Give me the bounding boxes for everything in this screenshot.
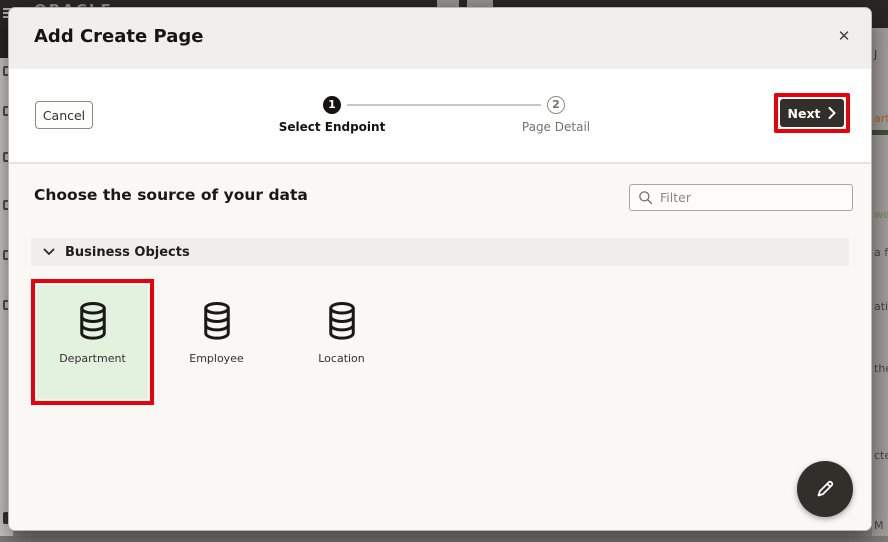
card-location[interactable]: Location: [286, 285, 397, 399]
topbar-icon-fragment: [467, 0, 493, 7]
step-2-label: Page Detail: [486, 120, 626, 134]
department-card-highlight: Department: [31, 279, 154, 405]
search-icon: [638, 190, 653, 205]
filter-field[interactable]: [629, 184, 853, 211]
step-1-label: Select Endpoint: [262, 120, 402, 134]
topbar-icon-fragment: [437, 0, 459, 7]
text-fragment: atin: [874, 300, 888, 313]
close-icon[interactable]: ✕: [829, 22, 859, 52]
chevron-right-icon: [828, 107, 836, 119]
cancel-button[interactable]: Cancel: [35, 101, 93, 129]
wizard-train: Cancel 1 2 Select Endpoint Page Detail N…: [9, 69, 871, 163]
section-label: Business Objects: [65, 245, 190, 260]
database-icon: [199, 300, 235, 342]
step-connector: [347, 104, 541, 106]
text-fragment: a f: [874, 246, 888, 259]
card-label: Location: [318, 352, 365, 365]
text-fragment: the: [874, 362, 888, 375]
text-fragment: cte: [874, 449, 888, 462]
card-label: Department: [59, 352, 126, 365]
card-department[interactable]: Department: [37, 285, 148, 399]
next-button-highlight: Next: [774, 93, 850, 133]
step-2-indicator[interactable]: 2: [547, 96, 565, 114]
card-label: Employee: [189, 352, 243, 365]
database-icon: [75, 300, 111, 342]
dialog-body: Choose the source of your data Business …: [9, 163, 871, 530]
step-1-indicator[interactable]: 1: [323, 96, 341, 114]
card-employee[interactable]: Employee: [161, 285, 272, 399]
next-button[interactable]: Next: [780, 99, 844, 127]
text-fragment: art: [874, 112, 888, 125]
edit-fab-button[interactable]: [797, 461, 853, 517]
dialog-title: Add Create Page: [34, 26, 203, 47]
bottom-bar-fragment: [0, 536, 888, 542]
add-create-page-dialog: Add Create Page ✕ Cancel 1 2 Select Endp…: [8, 7, 872, 531]
text-fragment: M: [874, 519, 884, 532]
chevron-down-icon: [43, 248, 55, 256]
pencil-icon: [813, 477, 837, 501]
filter-input[interactable]: [660, 190, 844, 205]
source-heading: Choose the source of your data: [34, 186, 308, 204]
database-icon: [324, 300, 360, 342]
divider-fragment: [872, 130, 888, 135]
text-fragment: we: [874, 208, 888, 221]
right-page-fragment: J art we a f atin the cte M: [872, 28, 888, 536]
business-objects-section-header[interactable]: Business Objects: [31, 238, 849, 266]
text-fragment: J: [874, 48, 877, 61]
dialog-header: Add Create Page ✕: [9, 8, 871, 69]
next-button-label: Next: [788, 106, 821, 121]
